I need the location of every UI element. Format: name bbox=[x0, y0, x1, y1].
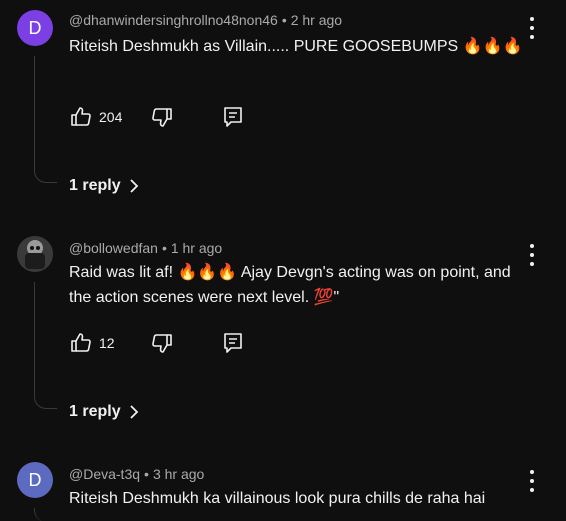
comment-time[interactable]: 1 hr ago bbox=[171, 240, 222, 256]
replies-label: 1 reply bbox=[69, 177, 121, 194]
meta-separator: • bbox=[144, 466, 149, 482]
comment-author[interactable]: @dhanwindersinghrollno48non46 bbox=[69, 12, 278, 28]
comment-author[interactable]: @Deva-t3q bbox=[69, 466, 140, 482]
comment-author[interactable]: @bollowedfan bbox=[69, 240, 158, 256]
chevron-right-icon bbox=[129, 179, 138, 193]
thumb-down-icon bbox=[152, 108, 172, 127]
avatar-letter: D bbox=[28, 17, 42, 38]
comment-text: Riteish Deshmukh ka villainous look pura… bbox=[69, 490, 486, 507]
comment-meta: @Deva-t3q • 3 hr ago bbox=[69, 466, 204, 482]
more-vert-icon[interactable] bbox=[522, 244, 542, 266]
more-vert-icon[interactable] bbox=[522, 17, 542, 39]
comment-reply-icon bbox=[224, 333, 242, 353]
avatar[interactable] bbox=[17, 236, 53, 272]
chevron-right-icon bbox=[129, 405, 138, 419]
dislike-button[interactable] bbox=[150, 104, 174, 130]
like-button[interactable]: 204 bbox=[69, 104, 122, 130]
avatar[interactable]: D bbox=[17, 462, 53, 498]
avatar-letter: D bbox=[28, 469, 42, 490]
thread-connector bbox=[34, 56, 57, 183]
more-vert-icon[interactable] bbox=[522, 470, 542, 492]
dislike-button[interactable] bbox=[150, 330, 174, 356]
comment-text: Raid was lit af! 🔥🔥🔥 Ajay Devgn's acting… bbox=[69, 264, 511, 306]
avatar-image bbox=[17, 236, 53, 272]
thread-connector bbox=[34, 508, 57, 521]
meta-separator: • bbox=[281, 12, 287, 28]
comment-reply-icon bbox=[224, 107, 242, 127]
comment-meta: @bollowedfan • 1 hr ago bbox=[69, 240, 222, 256]
like-button[interactable]: 12 bbox=[69, 330, 115, 356]
like-count: 204 bbox=[99, 109, 123, 125]
comment-text: Riteish Deshmukh as Villain..... PURE GO… bbox=[69, 38, 523, 55]
replies-label: 1 reply bbox=[69, 403, 121, 420]
comment-time[interactable]: 3 hr ago bbox=[153, 466, 204, 482]
comment-meta: @dhanwindersinghrollno48non46 • 2 hr ago bbox=[69, 12, 342, 28]
meta-separator: • bbox=[161, 240, 167, 256]
reply-button[interactable] bbox=[222, 104, 244, 130]
comments-list: D @dhanwindersinghrollno48non46 • 2 hr ago… bbox=[0, 0, 566, 521]
thumb-up-icon bbox=[71, 107, 91, 126]
thumb-down-icon bbox=[152, 334, 172, 353]
replies-toggle[interactable]: 1 reply bbox=[69, 174, 139, 198]
like-count: 12 bbox=[99, 335, 115, 351]
thread-connector bbox=[34, 282, 57, 409]
replies-toggle[interactable]: 1 reply bbox=[69, 400, 139, 424]
avatar[interactable]: D bbox=[17, 10, 53, 46]
comment-time[interactable]: 2 hr ago bbox=[291, 12, 342, 28]
thumb-up-icon bbox=[71, 333, 91, 352]
reply-button[interactable] bbox=[222, 330, 244, 356]
